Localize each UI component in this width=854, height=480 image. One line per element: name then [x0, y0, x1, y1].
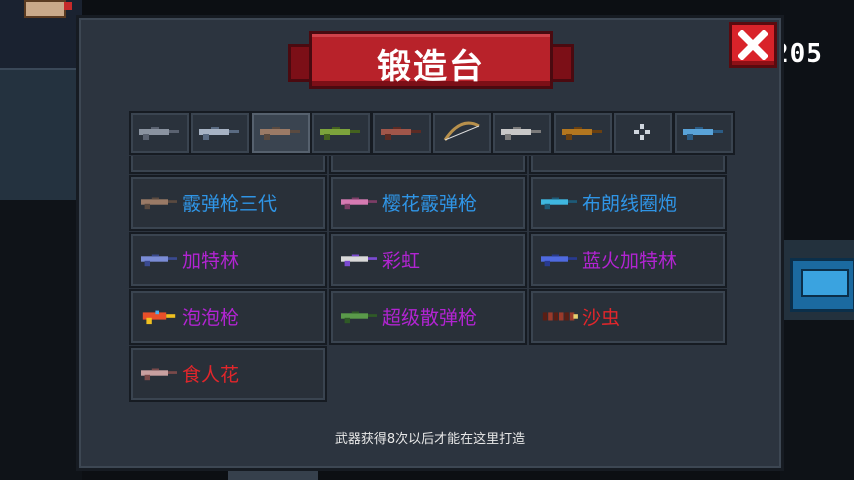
weapon-item[interactable]: 骑士之拳: [529, 156, 727, 174]
machine-screen: [801, 269, 849, 297]
weapon-item[interactable]: 火焰机枪: [129, 156, 327, 174]
close-button[interactable]: [729, 22, 777, 68]
weapon-name: 彩虹: [382, 250, 421, 272]
sandworm-icon: [542, 312, 578, 321]
pistol-icon: [139, 127, 179, 140]
tab-cannon[interactable]: [370, 111, 433, 155]
title-banner: 锻造台: [288, 31, 574, 89]
weapon-item[interactable]: 泡泡枪: [129, 289, 327, 345]
background-chest: [24, 0, 66, 18]
background-machine: [790, 258, 854, 312]
tab-blade[interactable]: [491, 111, 554, 155]
close-x-icon: [738, 30, 768, 60]
launcher-icon: [320, 127, 361, 140]
weapon-name: 樱花霰弹枪: [382, 193, 478, 215]
weapon-name: 泡泡枪: [182, 307, 240, 329]
tab-pistol[interactable]: [129, 111, 191, 155]
weapon-item[interactable]: 樱花霰弹枪: [329, 175, 527, 231]
bow-icon: [443, 121, 480, 141]
weapon-item[interactable]: 加特林: [129, 232, 327, 288]
tab-spear[interactable]: [551, 111, 614, 155]
panel-title: 锻造台: [377, 47, 485, 87]
weapon-name: 散弹枪三代: [382, 156, 477, 159]
tab-rifle[interactable]: [189, 111, 252, 155]
weapon-item[interactable]: 蓝火加特林: [529, 232, 727, 288]
coil-gun-icon: [541, 197, 577, 210]
weapon-name: 布朗线圈炮: [582, 193, 678, 215]
shotgun-icon: [141, 197, 177, 210]
rainbow-gun-icon: [341, 254, 377, 267]
weapon-name: 加特林: [182, 250, 240, 272]
weapon-category-tabs: [129, 111, 735, 155]
sakura-shotgun-icon: [341, 197, 377, 210]
gatling-icon: [141, 254, 177, 267]
weapon-name: 超级散弹枪: [382, 307, 478, 329]
weapon-item[interactable]: 霰弹枪三代: [129, 175, 327, 231]
tab-launcher[interactable]: [310, 111, 373, 155]
cannon-icon: [380, 127, 421, 140]
background-wall-right: [780, 0, 854, 240]
background-gem: [64, 2, 72, 10]
tab-crosshair[interactable]: [612, 111, 675, 155]
forge-requirement-note: 武器获得8次以后才能在这里打造: [334, 432, 526, 447]
weapon-name: 沙虫: [582, 307, 621, 329]
piranha-plant-icon: [141, 368, 177, 381]
tab-shotgun[interactable]: [249, 111, 312, 155]
weapon-name: 蓝火加特林: [582, 250, 678, 272]
forge-panel: 锻造台 火焰机枪 散弹枪三代 骑士之拳霰弹枪三代 樱花霰弹枪 布朗线圈炮加特林 彩虹 蓝火加…: [76, 15, 784, 471]
background-shadow: [0, 200, 82, 480]
bubble-gun-icon: [142, 310, 176, 325]
fish-gun-icon: [682, 127, 723, 140]
blue-gatling-icon: [541, 254, 577, 267]
weapon-name: 火焰机枪: [182, 156, 258, 159]
blade-icon: [501, 127, 542, 140]
background-floor: [0, 70, 82, 200]
shotgun-icon: [259, 127, 300, 140]
tab-fish-gun[interactable]: [672, 111, 735, 155]
weapon-item[interactable]: 布朗线圈炮: [529, 175, 727, 231]
weapon-name: 霰弹枪三代: [182, 193, 278, 215]
weapon-item[interactable]: 超级散弹枪: [329, 289, 527, 345]
weapon-name: 骑士之拳: [582, 156, 658, 159]
weapon-item[interactable]: 沙虫: [529, 289, 727, 345]
weapon-list[interactable]: 火焰机枪 散弹枪三代 骑士之拳霰弹枪三代 樱花霰弹枪 布朗线圈炮加特林 彩虹 蓝火加特林泡泡…: [129, 156, 733, 414]
weapon-item[interactable]: 散弹枪三代: [329, 156, 527, 174]
super-shotgun-icon: [341, 311, 377, 324]
crosshair-icon: [634, 124, 651, 140]
spear-icon: [561, 127, 602, 140]
tab-bow[interactable]: [431, 111, 493, 155]
rifle-icon: [199, 127, 240, 140]
weapon-item[interactable]: 食人花: [129, 346, 327, 402]
background-shadow-right: [780, 320, 854, 480]
weapon-name: 食人花: [182, 364, 240, 386]
weapon-item[interactable]: 彩虹: [329, 232, 527, 288]
